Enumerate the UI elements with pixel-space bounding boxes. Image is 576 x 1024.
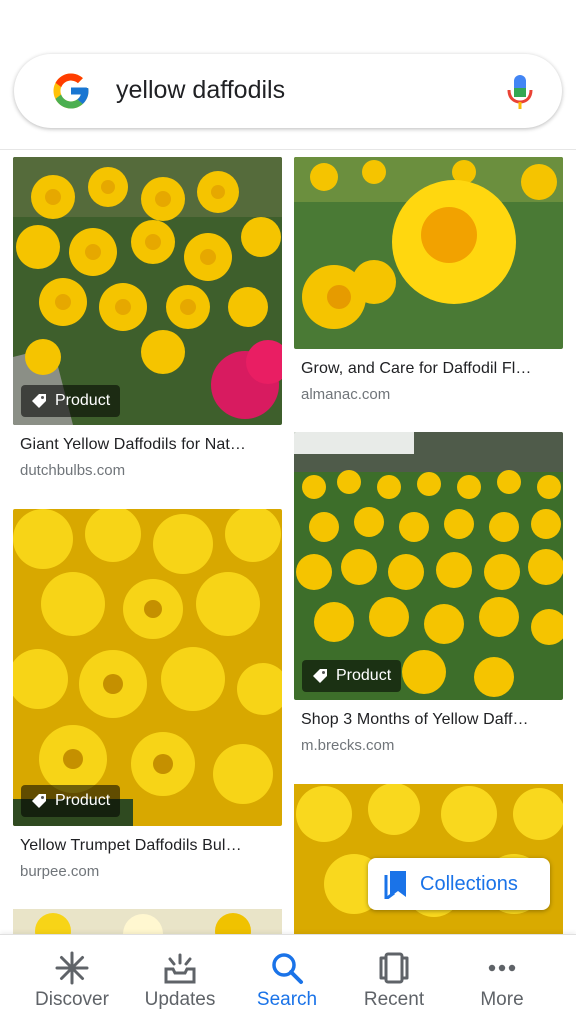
tag-icon [32, 794, 46, 808]
badge-label: Product [336, 667, 392, 684]
result-source: m.brecks.com [301, 737, 395, 754]
nav-discover-label: Discover [35, 989, 109, 1010]
collections-button[interactable]: Collections [368, 858, 550, 910]
badge-label: Product [55, 792, 111, 809]
discover-icon [55, 951, 89, 985]
nav-search[interactable]: Search [232, 935, 342, 1024]
tag-icon [32, 394, 46, 408]
nav-discover[interactable]: Discover [17, 935, 127, 1024]
product-badge: Product [21, 785, 121, 817]
badge-label: Product [55, 392, 111, 409]
search-query[interactable]: yellow daffodils [116, 76, 285, 105]
result-card[interactable]: Product Yellow Trumpet Daffodils Bul… bu… [13, 509, 282, 889]
result-title[interactable]: Giant Yellow Daffodils for Nat… [20, 436, 246, 454]
tag-icon [313, 669, 327, 683]
result-card[interactable]: Grow, and Care for Daffodil Fl… almanac.… [294, 157, 563, 407]
result-image[interactable] [294, 157, 563, 349]
result-title[interactable]: Yellow Trumpet Daffodils Bul… [20, 837, 242, 855]
nav-more[interactable]: More [447, 935, 557, 1024]
search-header: yellow daffodils [0, 0, 576, 150]
google-logo-icon [53, 73, 89, 109]
result-title[interactable]: Shop 3 Months of Yellow Daff… [301, 711, 529, 729]
nav-search-label: Search [256, 989, 318, 1010]
collections-label: Collections [420, 872, 518, 895]
nav-updates-label: Updates [144, 989, 216, 1010]
result-source: almanac.com [301, 386, 391, 403]
result-image[interactable] [13, 509, 282, 826]
nav-recent[interactable]: Recent [339, 935, 449, 1024]
more-icon [488, 964, 516, 972]
nav-updates[interactable]: Updates [125, 935, 235, 1024]
bookmark-icon [384, 871, 406, 899]
result-title[interactable]: Grow, and Care for Daffodil Fl… [301, 360, 531, 378]
recent-icon [379, 952, 409, 984]
nav-recent-label: Recent [363, 989, 425, 1010]
updates-icon [164, 953, 196, 984]
result-source: burpee.com [20, 863, 100, 880]
result-card[interactable]: Product Giant Yellow Daffodils for Nat… … [13, 157, 282, 487]
product-badge: Product [21, 385, 121, 417]
mic-icon[interactable] [506, 74, 534, 110]
product-badge: Product [302, 660, 402, 692]
result-image-partial[interactable] [13, 909, 282, 934]
result-source: dutchbulbs.com [20, 462, 126, 479]
search-bar[interactable]: yellow daffodils [14, 54, 562, 128]
bottom-nav: Discover Updates Search Recent More [0, 934, 576, 1024]
search-icon [272, 953, 303, 984]
result-card[interactable]: Product Shop 3 Months of Yellow Daff… m.… [294, 432, 563, 762]
nav-more-label: More [480, 989, 524, 1010]
